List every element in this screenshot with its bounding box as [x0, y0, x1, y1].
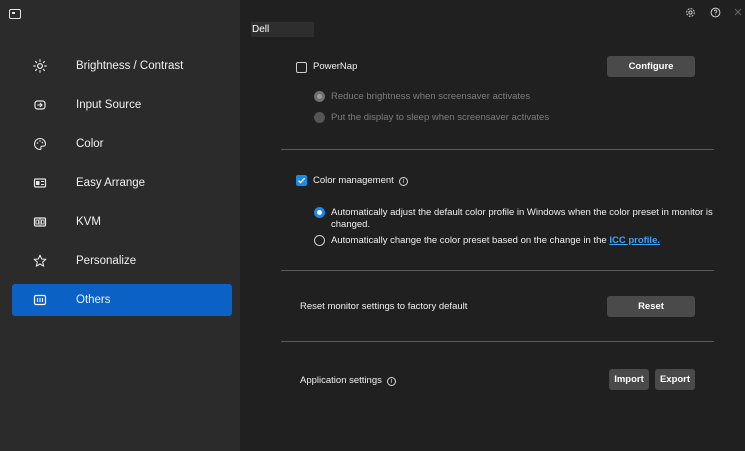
auto-adjust-profile-label-line1: Automatically adjust the default color p… — [331, 207, 713, 218]
others-icon — [32, 292, 48, 308]
star-icon — [32, 253, 48, 269]
divider — [281, 341, 714, 342]
info-icon[interactable]: i — [398, 177, 408, 186]
sun-icon — [32, 58, 48, 74]
color-management-checkbox[interactable] — [296, 175, 307, 186]
sidebar-item-color[interactable]: Color — [12, 128, 232, 160]
sidebar-item-label: Color — [76, 138, 104, 150]
sidebar-item-easy-arrange[interactable]: Easy Arrange — [12, 167, 232, 199]
sidebar-item-label: Brightness / Contrast — [76, 60, 184, 72]
sidebar-item-label: KVM — [76, 216, 101, 228]
sidebar-item-brightness-contrast[interactable]: Brightness / Contrast — [12, 50, 232, 82]
palette-icon — [32, 136, 48, 152]
easy-arrange-icon — [32, 175, 48, 191]
sidebar-item-label: Personalize — [76, 255, 137, 267]
display-sleep-radio[interactable] — [314, 112, 325, 123]
display-sleep-label: Put the display to sleep when screensave… — [331, 112, 550, 123]
color-management-label: Color management i — [313, 175, 408, 187]
input-source-icon — [32, 97, 48, 113]
color-management-text: Color management — [313, 175, 394, 186]
configure-button[interactable]: Configure — [607, 56, 695, 77]
settings-gear-icon[interactable] — [683, 5, 697, 19]
sidebar: Brightness / Contrast Input Source Color… — [0, 0, 240, 451]
reset-label: Reset monitor settings to factory defaul… — [300, 301, 468, 312]
main-panel: Dell PowerNap Configure Reduce brightnes… — [240, 0, 745, 451]
sidebar-item-input-source[interactable]: Input Source — [12, 89, 232, 121]
kvm-icon — [32, 214, 48, 230]
info-icon[interactable]: i — [386, 377, 396, 386]
close-icon[interactable] — [731, 5, 745, 19]
sidebar-item-others[interactable]: Others — [12, 284, 232, 316]
app-logo-icon — [9, 9, 21, 19]
sidebar-item-label: Easy Arrange — [76, 177, 146, 189]
auto-adjust-profile-radio[interactable] — [314, 207, 325, 218]
auto-change-preset-label: Automatically change the color preset ba… — [331, 235, 660, 247]
powernap-checkbox[interactable] — [296, 62, 307, 73]
sidebar-item-personalize[interactable]: Personalize — [12, 245, 232, 277]
reset-button[interactable]: Reset — [607, 296, 695, 317]
auto-change-preset-radio[interactable] — [314, 235, 325, 246]
sidebar-item-label: Input Source — [76, 99, 142, 111]
reduce-brightness-label: Reduce brightness when screensaver activ… — [331, 91, 531, 102]
divider — [281, 149, 714, 150]
divider — [281, 270, 714, 271]
sidebar-item-label: Others — [76, 294, 111, 306]
import-button[interactable]: Import — [609, 369, 649, 390]
app-settings-text: Application settings — [300, 375, 382, 386]
export-button[interactable]: Export — [655, 369, 695, 390]
app-settings-label: Application settings i — [300, 375, 396, 387]
reduce-brightness-radio[interactable] — [314, 91, 325, 102]
icc-profile-link[interactable]: ICC profile. — [609, 235, 660, 246]
auto-adjust-profile-label-line2: changed. — [331, 219, 371, 230]
help-icon[interactable] — [708, 5, 722, 19]
auto-change-preset-text: Automatically change the color preset ba… — [331, 235, 607, 246]
monitor-label: Dell — [252, 24, 270, 35]
powernap-label: PowerNap — [313, 61, 358, 72]
sidebar-item-kvm[interactable]: KVM — [12, 206, 232, 238]
